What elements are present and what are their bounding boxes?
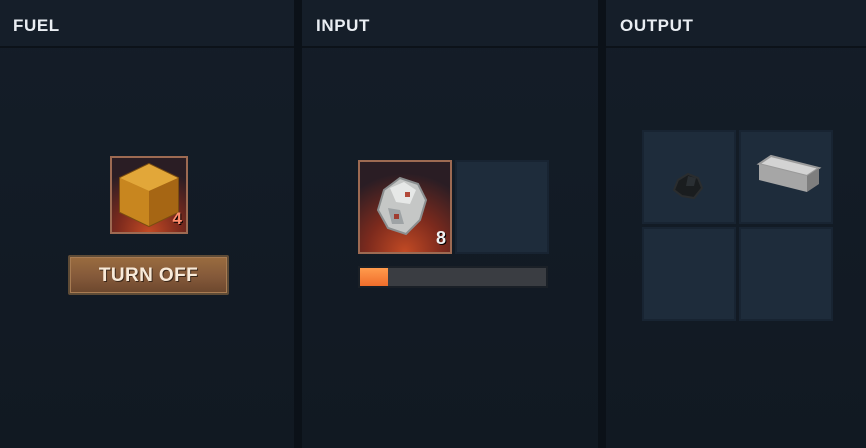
input-slot-1[interactable]: 8	[358, 160, 452, 254]
furnace-ui: FUEL 4 TURN OFF INPUT 8 OUTPUT	[0, 0, 866, 448]
input-panel: INPUT 8	[302, 0, 598, 448]
smelt-progress-bar	[358, 266, 548, 288]
smelt-progress-fill	[360, 268, 388, 286]
input-slot-1-count: 8	[435, 228, 446, 248]
output-slot-1[interactable]	[642, 130, 736, 224]
divider-left	[294, 0, 302, 448]
input-header: INPUT	[302, 0, 598, 48]
output-header: OUTPUT	[606, 0, 866, 48]
turn-off-label: TURN OFF	[98, 265, 199, 286]
output-panel: OUTPUT	[606, 0, 866, 448]
input-slot-2[interactable]	[455, 160, 549, 254]
fuel-header: FUEL	[0, 0, 294, 48]
output-title: OUTPUT	[620, 16, 694, 35]
iron-ingot-icon	[756, 154, 822, 192]
divider-right	[598, 0, 606, 448]
fuel-slot[interactable]: 4	[110, 156, 188, 234]
fuel-count: 4	[172, 209, 182, 228]
turn-off-button[interactable]: TURN OFF	[68, 255, 229, 295]
output-slot-3[interactable]	[642, 227, 736, 321]
output-slot-2[interactable]	[739, 130, 833, 224]
output-slot-4[interactable]	[739, 227, 833, 321]
charcoal-icon	[672, 172, 704, 200]
fuel-panel: FUEL 4 TURN OFF	[0, 0, 294, 448]
input-title: INPUT	[316, 16, 370, 35]
fuel-title: FUEL	[13, 16, 60, 35]
